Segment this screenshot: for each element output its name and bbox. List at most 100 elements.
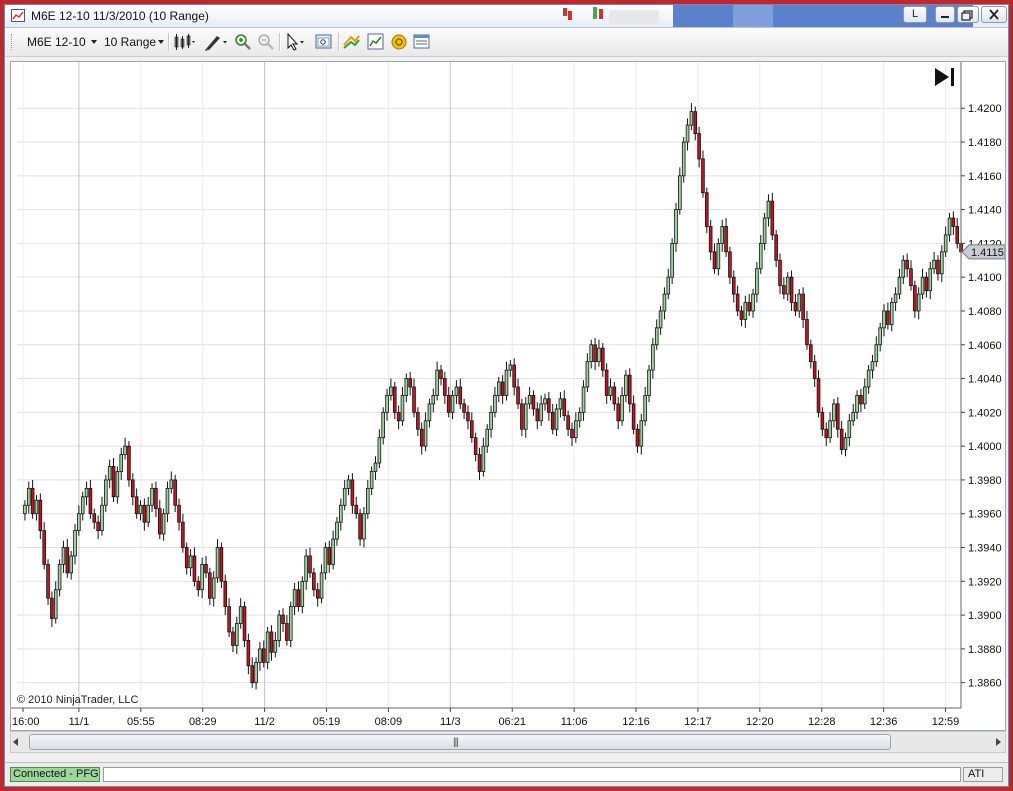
candle xyxy=(339,498,343,531)
candle xyxy=(489,405,493,438)
candle xyxy=(685,118,690,151)
drawing-tools-icon[interactable] xyxy=(203,33,229,51)
scroll-right-icon[interactable] xyxy=(996,738,1001,746)
candle xyxy=(308,547,312,578)
scroll-left-icon[interactable] xyxy=(13,738,18,746)
candle xyxy=(50,591,54,627)
candle xyxy=(46,559,50,605)
candle xyxy=(69,550,73,580)
candle xyxy=(408,371,412,396)
pointer-icon[interactable] xyxy=(284,32,308,51)
candle xyxy=(809,339,813,369)
candle xyxy=(80,491,85,521)
horizontal-scrollbar[interactable]: ||| xyxy=(10,731,1006,753)
candle xyxy=(42,522,46,570)
candle xyxy=(550,403,555,435)
account-status: ATI xyxy=(963,767,1003,782)
x-tick-label: 12:20 xyxy=(746,716,774,728)
price-chart[interactable]: 1.3860 1.3880 1.3900 1.3920 1.3940 1.3960 1.39… xyxy=(10,61,1006,731)
title-l-button[interactable]: L xyxy=(903,6,927,23)
candle xyxy=(797,289,802,318)
candle xyxy=(258,642,262,671)
candle xyxy=(666,268,671,300)
candle xyxy=(516,378,520,409)
candle xyxy=(446,387,451,418)
candle xyxy=(242,601,247,648)
candle xyxy=(358,508,362,546)
period-dropdown-icon[interactable] xyxy=(158,40,164,44)
x-tick-label: 12:59 xyxy=(932,716,960,728)
instrument-dropdown-icon[interactable] xyxy=(91,40,97,44)
properties-icon[interactable] xyxy=(390,33,408,51)
candle xyxy=(285,615,289,646)
scroll-to-end-icon[interactable] xyxy=(935,68,954,86)
candle xyxy=(73,523,77,565)
title-bar: M6E 12-10 11/3/2010 (10 Range) L xyxy=(5,5,1008,28)
candle xyxy=(589,339,594,369)
minimize-button[interactable] xyxy=(935,6,955,23)
period-selector[interactable]: 10 Range xyxy=(104,35,156,49)
candle xyxy=(805,310,809,350)
candle xyxy=(77,505,81,536)
candle xyxy=(404,373,409,403)
x-tick-label: 12:28 xyxy=(808,716,836,728)
candle xyxy=(535,402,540,430)
candle xyxy=(570,422,574,447)
candle xyxy=(574,412,578,443)
candle xyxy=(585,353,590,393)
instrument-list-icon[interactable] xyxy=(413,33,431,51)
y-tick-label: 1.4100 xyxy=(968,272,1002,284)
y-tick-label: 1.4040 xyxy=(968,374,1002,386)
candle xyxy=(34,495,39,521)
candle xyxy=(215,539,220,583)
candle xyxy=(558,392,563,418)
x-tick-label: 05:55 xyxy=(127,716,155,728)
maximize-button[interactable] xyxy=(957,6,979,23)
candle xyxy=(839,420,844,455)
y-tick-label: 1.4000 xyxy=(968,441,1002,453)
candle xyxy=(470,412,474,443)
instrument-selector[interactable]: M6E 12-10 xyxy=(27,35,86,49)
candle xyxy=(250,657,255,688)
candle xyxy=(485,424,490,453)
indicators-icon[interactable] xyxy=(367,33,385,51)
candle xyxy=(862,378,867,409)
candle xyxy=(747,294,751,317)
candle xyxy=(300,576,305,614)
zoom-out-icon[interactable] xyxy=(257,33,275,51)
candle xyxy=(246,633,251,675)
candle xyxy=(527,387,532,409)
candle xyxy=(292,582,297,616)
y-tick-label: 1.3860 xyxy=(968,678,1002,690)
candle xyxy=(662,287,667,320)
zoom-in-icon[interactable] xyxy=(234,33,252,51)
candle xyxy=(26,481,31,514)
candle xyxy=(115,466,120,504)
x-tick-label: 06:21 xyxy=(498,716,526,728)
y-tick-label: 1.4060 xyxy=(968,340,1002,352)
candle xyxy=(192,547,197,587)
close-button[interactable] xyxy=(981,6,1007,23)
candle xyxy=(851,403,855,426)
data-box-icon[interactable] xyxy=(315,33,333,51)
candle xyxy=(107,459,112,489)
candle xyxy=(816,370,821,418)
y-tick-label: 1.4200 xyxy=(968,103,1002,115)
candlestick-style-icon[interactable] xyxy=(173,33,197,51)
connection-status: Connected - PFG xyxy=(10,767,100,782)
candle xyxy=(462,398,466,420)
candle xyxy=(654,319,659,350)
y-tick-label: 1.3960 xyxy=(968,509,1002,521)
candle xyxy=(96,515,100,540)
candle xyxy=(874,336,879,367)
candle xyxy=(431,388,436,413)
candle xyxy=(947,212,952,242)
candle xyxy=(689,103,694,131)
candle xyxy=(435,361,439,401)
candle xyxy=(223,574,228,616)
strategies-icon[interactable] xyxy=(343,33,361,51)
candle xyxy=(416,407,420,436)
candlestick-chart[interactable]: 1.3860 1.3880 1.3900 1.3920 1.3940 1.3960 1.39… xyxy=(11,62,1005,730)
scrollbar-thumb[interactable]: ||| xyxy=(29,734,891,750)
candle xyxy=(389,378,393,401)
